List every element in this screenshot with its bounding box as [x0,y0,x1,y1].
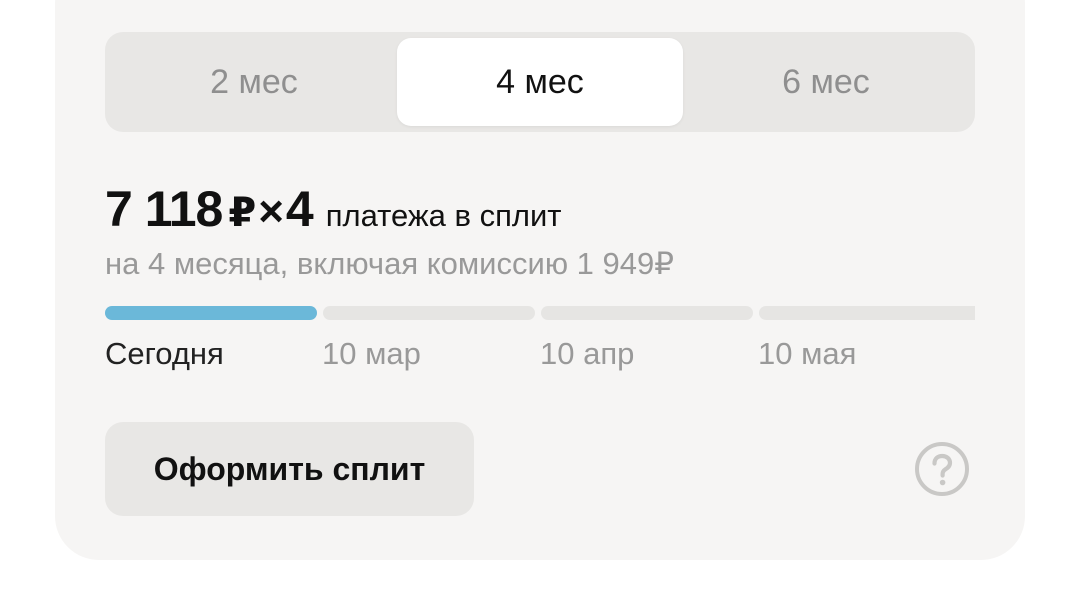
currency-symbol: ₽ [228,191,257,235]
progress-segment-paid [105,306,317,320]
payment-headline: 7 118 ₽ × 4 платежа в сплит [105,180,561,238]
tab-6-months[interactable]: 6 мес [683,38,969,126]
tab-2-months[interactable]: 2 мес [111,38,397,126]
payment-count: 4 [285,181,314,237]
payment-amount: 7 118 [105,181,223,237]
multiply-sign: × [258,187,284,236]
checkout-split-button[interactable]: Оформить сплит [105,422,474,516]
schedule-date: 10 мая [758,336,857,371]
question-circle-icon[interactable] [914,441,970,497]
schedule-date-today: Сегодня [105,336,224,371]
payment-label: платежа в сплит [325,198,562,233]
progress-segment [541,306,753,320]
progress-segment [323,306,535,320]
progress-segment [759,306,975,320]
schedule-date: 10 мар [322,336,421,371]
payment-subtitle: на 4 месяца, включая комиссию 1 949₽ [105,246,674,281]
payment-progress [105,306,975,320]
schedule-date: 10 апр [540,336,635,371]
period-tabs: 2 мес 4 мес 6 мес [105,32,975,132]
tab-4-months[interactable]: 4 мес [397,38,683,126]
